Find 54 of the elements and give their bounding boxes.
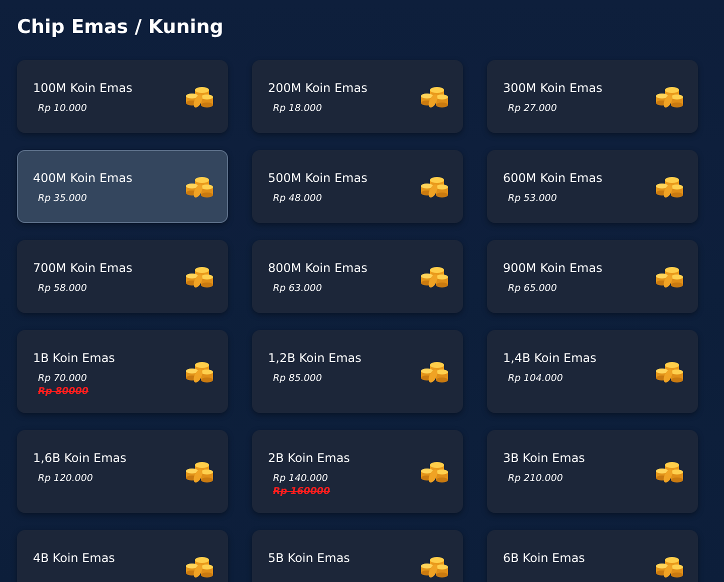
product-name: 100M Koin Emas [33, 80, 132, 96]
product-name: 6B Koin Emas [503, 550, 585, 566]
product-card[interactable]: 400M Koin Emas Rp 35.000 [17, 150, 228, 223]
product-name: 1,4B Koin Emas [503, 350, 596, 366]
product-card[interactable]: 1,4B Koin Emas Rp 104.000 [487, 330, 698, 413]
product-name: 1,6B Koin Emas [33, 450, 126, 466]
product-card[interactable]: 1,6B Koin Emas Rp 120.000 [17, 430, 228, 513]
product-price: Rp 120.000 [38, 473, 93, 485]
product-name: 200M Koin Emas [268, 80, 368, 96]
product-price: Rp 210.000 [508, 473, 563, 485]
product-price: Rp 18.000 [273, 103, 322, 115]
product-card[interactable]: 900M Koin Emas Rp 65.000 [487, 240, 698, 313]
product-price: Rp 58.000 [38, 283, 87, 295]
product-name: 5B Koin Emas [268, 550, 350, 566]
product-name: 1B Koin Emas [33, 350, 115, 366]
product-card[interactable]: 4B Koin Emas [17, 530, 228, 582]
product-price: Rp 35.000 [38, 193, 87, 205]
original-price: Rp 80000 [38, 385, 88, 398]
product-price: Rp 53.000 [508, 193, 557, 205]
product-price: Rp 48.000 [273, 193, 322, 205]
product-card[interactable]: 800M Koin Emas Rp 63.000 [252, 240, 463, 313]
original-price: Rp 160000 [273, 485, 330, 498]
product-card[interactable]: 2B Koin Emas Rp 140.000 Rp 160000 [252, 430, 463, 513]
product-name: 300M Koin Emas [503, 80, 602, 96]
product-card[interactable]: 200M Koin Emas Rp 18.000 [252, 60, 463, 133]
product-name: 700M Koin Emas [33, 260, 132, 276]
product-name: 400M Koin Emas [33, 170, 132, 186]
product-card[interactable]: 300M Koin Emas Rp 27.000 [487, 60, 698, 133]
product-card[interactable]: 1,2B Koin Emas Rp 85.000 [252, 330, 463, 413]
product-price: Rp 104.000 [508, 373, 563, 385]
product-price: Rp 27.000 [508, 103, 557, 115]
product-name: 500M Koin Emas [268, 170, 368, 186]
product-card[interactable]: 3B Koin Emas Rp 210.000 [487, 430, 698, 513]
product-name: 600M Koin Emas [503, 170, 602, 186]
product-name: 1,2B Koin Emas [268, 350, 362, 366]
product-name: 4B Koin Emas [33, 550, 115, 566]
product-price: Rp 10.000 [38, 103, 87, 115]
product-price: Rp 63.000 [273, 283, 322, 295]
product-name: 800M Koin Emas [268, 260, 368, 276]
product-card[interactable]: 5B Koin Emas [252, 530, 463, 582]
product-name: 900M Koin Emas [503, 260, 602, 276]
product-card[interactable]: 700M Koin Emas Rp 58.000 [17, 240, 228, 313]
product-price: Rp 140.000 [273, 473, 328, 485]
product-price: Rp 70.000 [38, 373, 87, 385]
product-price: Rp 85.000 [273, 373, 322, 385]
product-card[interactable]: 6B Koin Emas [487, 530, 698, 582]
product-card[interactable]: 600M Koin Emas Rp 53.000 [487, 150, 698, 223]
product-price: Rp 65.000 [508, 283, 557, 295]
section-title: Chip Emas / Kuning [17, 15, 224, 40]
product-card[interactable]: 100M Koin Emas Rp 10.000 [17, 60, 228, 133]
product-card[interactable]: 1B Koin Emas Rp 70.000 Rp 80000 [17, 330, 228, 413]
product-name: 3B Koin Emas [503, 450, 585, 466]
product-card[interactable]: 500M Koin Emas Rp 48.000 [252, 150, 463, 223]
product-name: 2B Koin Emas [268, 450, 350, 466]
